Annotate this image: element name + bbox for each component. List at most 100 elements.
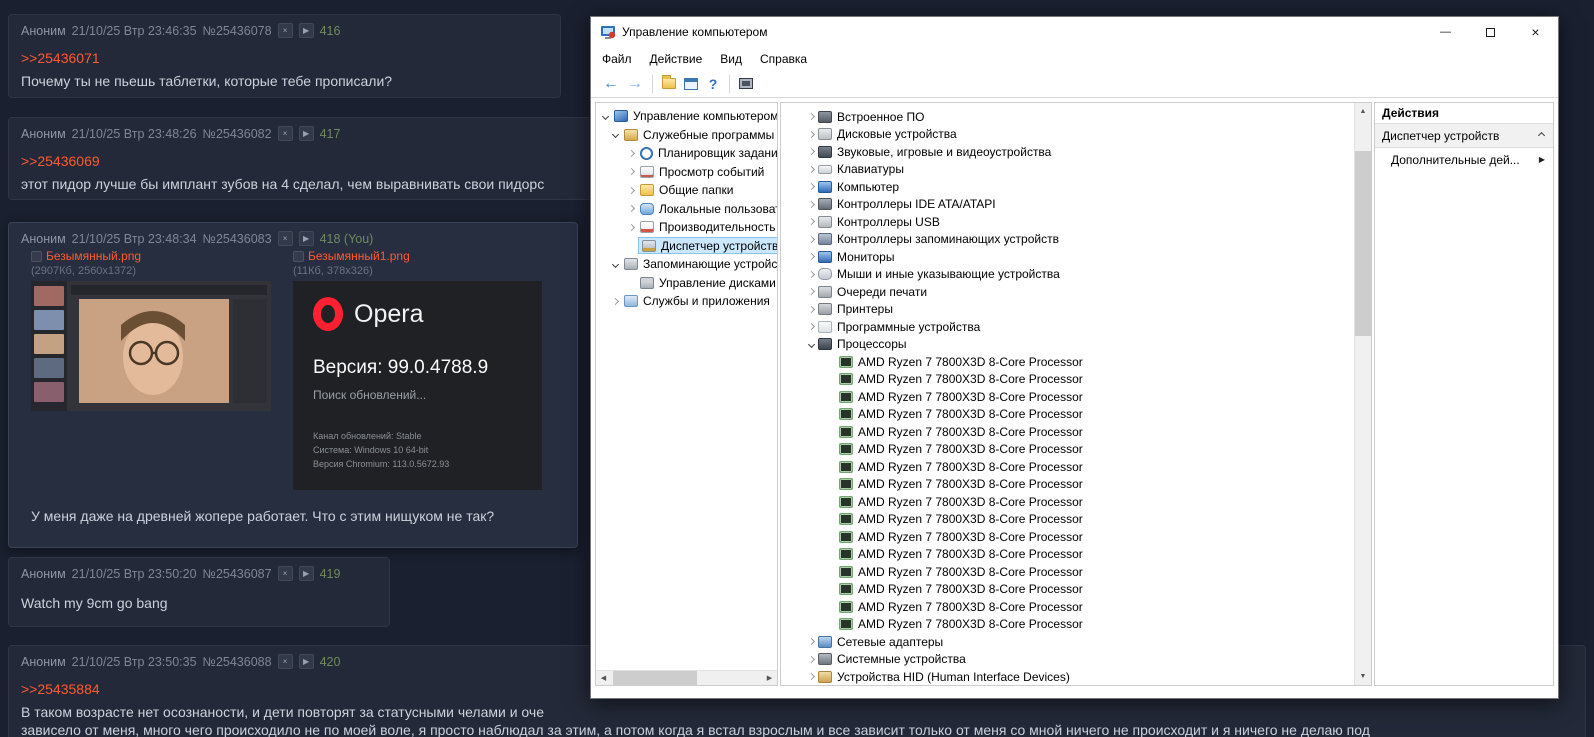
expand-icon[interactable]: [807, 165, 815, 173]
device-category-monitors[interactable]: Мониторы: [781, 248, 1354, 266]
expand-post-button[interactable]: ▶: [298, 566, 314, 581]
collapse-icon[interactable]: [611, 131, 620, 139]
expand-icon[interactable]: [627, 205, 636, 213]
device-item-processor[interactable]: AMD Ryzen 7 7800X3D 8-Core Processor: [781, 406, 1354, 424]
help-button[interactable]: ?: [702, 73, 724, 95]
device-category-network-adapters[interactable]: Сетевые адаптеры: [781, 633, 1354, 651]
expand-icon[interactable]: [807, 113, 815, 121]
device-item-processor[interactable]: AMD Ryzen 7 7800X3D 8-Core Processor: [781, 493, 1354, 511]
hide-post-button[interactable]: ×: [277, 654, 293, 669]
expand-icon[interactable]: [627, 223, 636, 231]
close-button[interactable]: ×: [1513, 17, 1558, 47]
device-item-processor[interactable]: AMD Ryzen 7 7800X3D 8-Core Processor: [781, 423, 1354, 441]
device-item-processor[interactable]: AMD Ryzen 7 7800X3D 8-Core Processor: [781, 616, 1354, 634]
collapse-icon[interactable]: [611, 260, 620, 268]
scrollbar-thumb[interactable]: [613, 671, 697, 685]
device-category-hid[interactable]: Устройства HID (Human Interface Devices): [781, 668, 1354, 685]
expand-icon[interactable]: [627, 168, 636, 176]
tree-item-system-tools[interactable]: Служебные программы: [596, 126, 777, 145]
device-category-system-devices[interactable]: Системные устройства: [781, 651, 1354, 669]
reply-link[interactable]: >>25436071: [21, 50, 100, 66]
device-item-processor[interactable]: AMD Ryzen 7 7800X3D 8-Core Processor: [781, 563, 1354, 581]
tree-item-task-scheduler[interactable]: Планировщик заданий: [596, 144, 777, 163]
actions-more-actions[interactable]: Дополнительные дей... ▶: [1375, 148, 1553, 171]
device-category-keyboards[interactable]: Клавиатуры: [781, 161, 1354, 179]
expand-icon[interactable]: [807, 673, 815, 681]
tree-item-performance[interactable]: Производительность: [596, 218, 777, 237]
post-number-link[interactable]: №25436078: [203, 24, 272, 38]
device-item-processor[interactable]: AMD Ryzen 7 7800X3D 8-Core Processor: [781, 441, 1354, 459]
expand-icon[interactable]: [807, 218, 815, 226]
device-category-processors[interactable]: Процессоры: [781, 336, 1354, 354]
reply-link[interactable]: >>25435884: [21, 681, 100, 697]
expand-icon[interactable]: [807, 148, 815, 156]
post-number-link[interactable]: №25436083: [203, 232, 272, 246]
scrollbar-thumb[interactable]: [1355, 151, 1371, 336]
hide-post-button[interactable]: ×: [277, 23, 293, 38]
file-name-link[interactable]: Безымянный1.png: [308, 249, 410, 263]
device-category-audio[interactable]: Звуковые, игровые и видеоустройства: [781, 143, 1354, 161]
expand-icon[interactable]: [807, 655, 815, 663]
post-number-link[interactable]: №25436088: [203, 655, 272, 669]
device-item-processor[interactable]: AMD Ryzen 7 7800X3D 8-Core Processor: [781, 581, 1354, 599]
tree-item-services[interactable]: Службы и приложения: [596, 292, 777, 311]
menu-file[interactable]: Файл: [593, 52, 641, 66]
expand-icon[interactable]: [807, 200, 815, 208]
image-thumbnail-browser-screenshot[interactable]: [31, 281, 271, 411]
device-item-processor[interactable]: AMD Ryzen 7 7800X3D 8-Core Processor: [781, 353, 1354, 371]
device-list-vertical-scrollbar[interactable]: ▲ ▼: [1354, 103, 1371, 685]
device-item-processor[interactable]: AMD Ryzen 7 7800X3D 8-Core Processor: [781, 528, 1354, 546]
expand-post-button[interactable]: ▶: [298, 654, 314, 669]
device-category-ide-controllers[interactable]: Контроллеры IDE ATA/ATAPI: [781, 196, 1354, 214]
maximize-button[interactable]: [1468, 17, 1513, 47]
expand-icon[interactable]: [807, 323, 815, 331]
device-item-processor[interactable]: AMD Ryzen 7 7800X3D 8-Core Processor: [781, 476, 1354, 494]
expand-icon[interactable]: [807, 288, 815, 296]
expand-icon[interactable]: [807, 305, 815, 313]
expand-icon[interactable]: [807, 270, 815, 278]
tree-item-root[interactable]: Управление компьютером (л: [596, 107, 777, 126]
minimize-button[interactable]: —: [1423, 17, 1468, 47]
post-number-link[interactable]: №25436082: [203, 127, 272, 141]
menu-view[interactable]: Вид: [711, 52, 751, 66]
scroll-right-button[interactable]: ▶: [762, 671, 777, 686]
device-category-print-queues[interactable]: Очереди печати: [781, 283, 1354, 301]
tree-item-event-viewer[interactable]: Просмотр событий: [596, 163, 777, 182]
device-category-storage-controllers[interactable]: Контроллеры запоминающих устройств: [781, 231, 1354, 249]
scroll-left-button[interactable]: ◀: [596, 671, 611, 686]
device-item-processor[interactable]: AMD Ryzen 7 7800X3D 8-Core Processor: [781, 458, 1354, 476]
menu-action[interactable]: Действие: [641, 52, 712, 66]
tree-horizontal-scrollbar[interactable]: ◀ ▶: [596, 670, 777, 685]
expand-post-button[interactable]: ▶: [298, 231, 314, 246]
file-name-link[interactable]: Безымянный.png: [46, 249, 141, 263]
hide-post-button[interactable]: ×: [277, 126, 293, 141]
tree-item-local-users[interactable]: Локальные пользовате: [596, 200, 777, 219]
image-thumbnail-opera-about[interactable]: Opera Версия: 99.0.4788.9 Поиск обновлен…: [293, 281, 542, 490]
tree-item-disk-management[interactable]: Управление дисками: [596, 274, 777, 293]
device-item-processor[interactable]: AMD Ryzen 7 7800X3D 8-Core Processor: [781, 388, 1354, 406]
device-item-processor[interactable]: AMD Ryzen 7 7800X3D 8-Core Processor: [781, 598, 1354, 616]
device-item-processor[interactable]: AMD Ryzen 7 7800X3D 8-Core Processor: [781, 546, 1354, 564]
titlebar[interactable]: Управление компьютером — ×: [591, 17, 1558, 47]
device-category-mice[interactable]: Мыши и иные указывающие устройства: [781, 266, 1354, 284]
device-category-firmware[interactable]: Встроенное ПО: [781, 108, 1354, 126]
collapse-section-icon[interactable]: [1537, 131, 1546, 140]
expand-icon[interactable]: [807, 183, 815, 191]
forward-button[interactable]: →: [623, 75, 647, 93]
expand-icon[interactable]: [807, 253, 815, 261]
scroll-down-button[interactable]: ▼: [1355, 668, 1371, 685]
device-category-computer[interactable]: Компьютер: [781, 178, 1354, 196]
device-item-processor[interactable]: AMD Ryzen 7 7800X3D 8-Core Processor: [781, 511, 1354, 529]
collapse-icon[interactable]: [807, 340, 815, 348]
expand-icon[interactable]: [611, 297, 620, 305]
expand-icon[interactable]: [627, 149, 636, 157]
scroll-up-button[interactable]: ▲: [1355, 103, 1371, 120]
properties-button[interactable]: [680, 73, 702, 95]
device-category-printers[interactable]: Принтеры: [781, 301, 1354, 319]
console-tree-toggle-button[interactable]: [658, 73, 680, 95]
expand-post-button[interactable]: ▶: [298, 23, 314, 38]
reply-link[interactable]: >>25436069: [21, 153, 100, 169]
expand-icon[interactable]: [807, 638, 815, 646]
device-category-software-devices[interactable]: Программные устройства: [781, 318, 1354, 336]
device-category-disk-drives[interactable]: Дисковые устройства: [781, 126, 1354, 144]
